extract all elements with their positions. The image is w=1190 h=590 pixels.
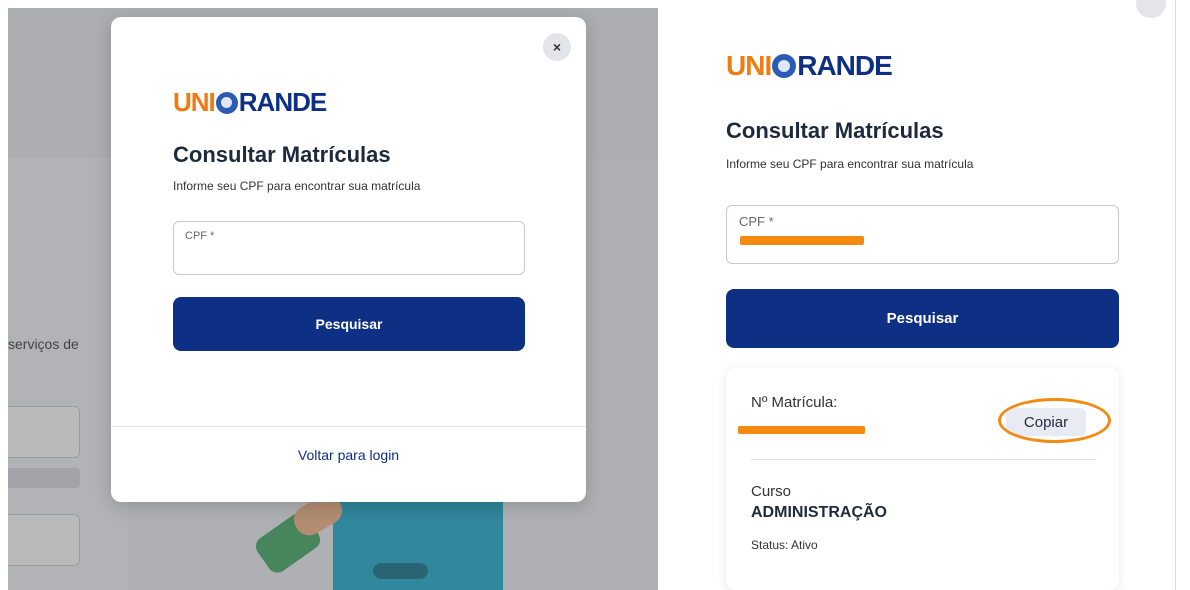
logo-seal-icon: [772, 54, 797, 78]
page-title: Consultar Matrículas: [726, 118, 944, 143]
right-screenshot: UNI RANDE Consultar Matrículas Informe s…: [658, 0, 1190, 590]
back-to-login-link[interactable]: Voltar para login: [111, 447, 586, 463]
result-card: Nº Matrícula: Copiar Curso ADMINISTRAÇÃO…: [726, 368, 1119, 590]
modal-divider: [111, 426, 586, 427]
page-subtitle: Informe seu CPF para encontrar sua matrí…: [726, 157, 974, 171]
matricula-label: Nº Matrícula:: [751, 394, 838, 411]
unigrande-logo: UNI RANDE: [726, 50, 893, 82]
course-value: ADMINISTRAÇÃO: [751, 504, 887, 521]
cpf-field[interactable]: CPF *: [726, 205, 1119, 264]
modal-title: Consultar Matrículas: [173, 142, 391, 167]
cpf-redaction-mark: [740, 236, 864, 245]
cpf-field[interactable]: CPF *: [173, 221, 525, 275]
cpf-field-label: CPF *: [739, 214, 774, 229]
search-button[interactable]: Pesquisar: [726, 289, 1119, 348]
status-text: Status: Ativo: [751, 538, 818, 552]
highlight-circle: [998, 398, 1111, 443]
logo-seal-icon: [215, 91, 238, 114]
close-icon[interactable]: ×: [543, 33, 571, 61]
course-label: Curso: [751, 483, 792, 500]
logo-text-uni: UNI: [173, 87, 216, 117]
logo-text-grande: RANDE: [797, 50, 893, 81]
logo-text-grande: RANDE: [238, 87, 327, 117]
consult-modal: × UNI RANDE Consultar Matrículas Informe…: [111, 17, 586, 502]
matricula-redaction-mark: [738, 426, 865, 434]
left-screenshot: serviços de de × UNI RANDE Consultar Mat…: [8, 8, 658, 590]
card-divider: [751, 459, 1096, 460]
unigrande-logo: UNI RANDE: [173, 87, 327, 118]
close-icon[interactable]: [1136, 0, 1166, 18]
search-button[interactable]: Pesquisar: [173, 297, 525, 351]
comparison-stage: serviços de de × UNI RANDE Consultar Mat…: [0, 0, 1190, 590]
panel-border: [1175, 0, 1176, 590]
modal-subtitle: Informe seu CPF para encontrar sua matrí…: [173, 179, 421, 193]
logo-text-uni: UNI: [726, 50, 772, 81]
cpf-field-label: CPF *: [185, 230, 215, 242]
